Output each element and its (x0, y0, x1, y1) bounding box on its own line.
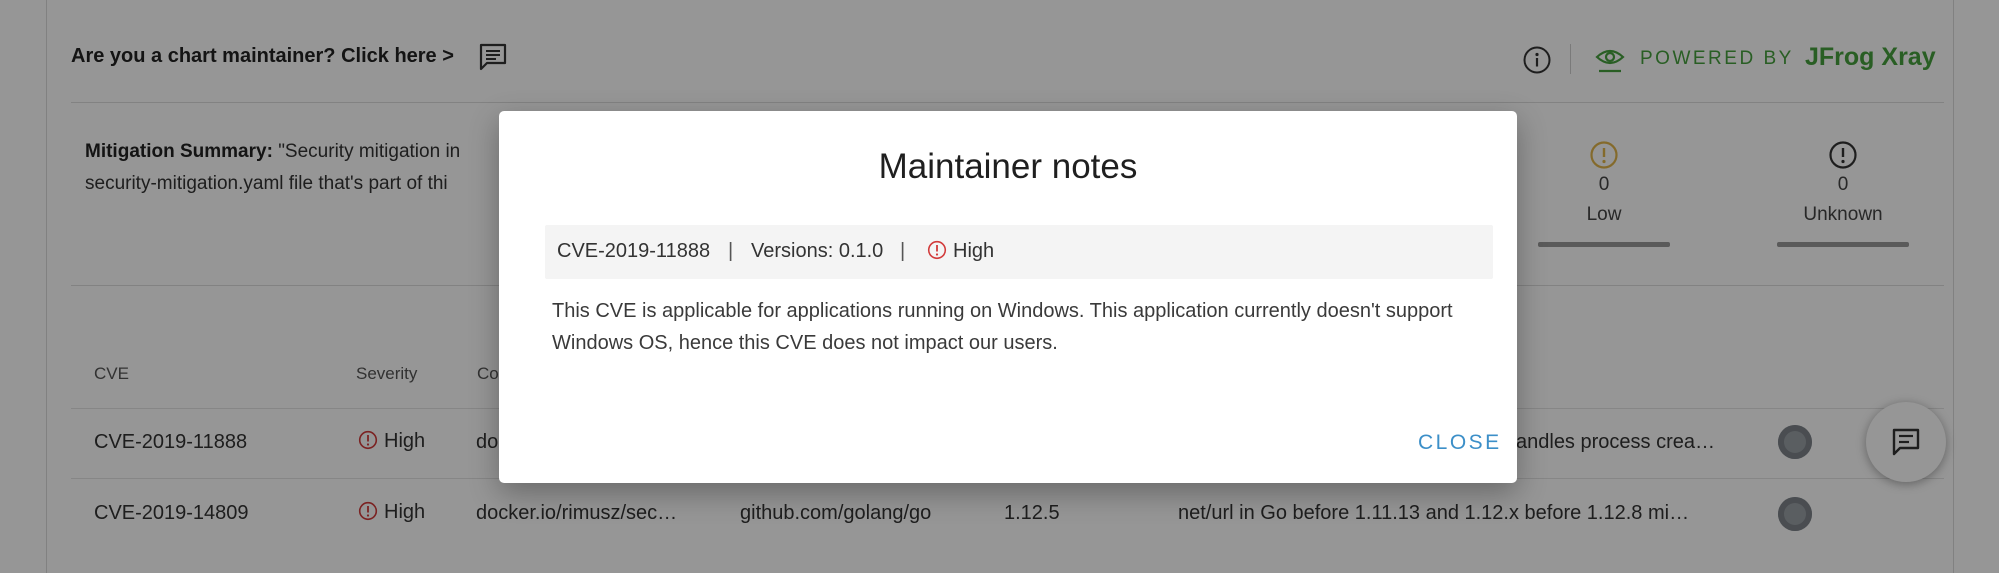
cve-meta-bar: CVE-2019-11888 | Versions: 0.1.0 | High (545, 225, 1493, 279)
severity-label: High (953, 240, 995, 262)
separator: | (728, 240, 734, 262)
cve-id: CVE-2019-11888 (557, 240, 711, 262)
close-button[interactable]: CLOSE (1418, 431, 1502, 455)
separator: | (900, 240, 906, 262)
dialog-title: Maintainer notes (878, 147, 1138, 186)
maintainer-notes-dialog: Maintainer notes CVE-2019-11888 | Versio… (499, 111, 1517, 483)
versions-label: Versions: 0.1.0 (751, 240, 884, 262)
high-severity-icon (927, 240, 947, 260)
maintainer-note: This CVE is applicable for applications … (552, 300, 1453, 354)
